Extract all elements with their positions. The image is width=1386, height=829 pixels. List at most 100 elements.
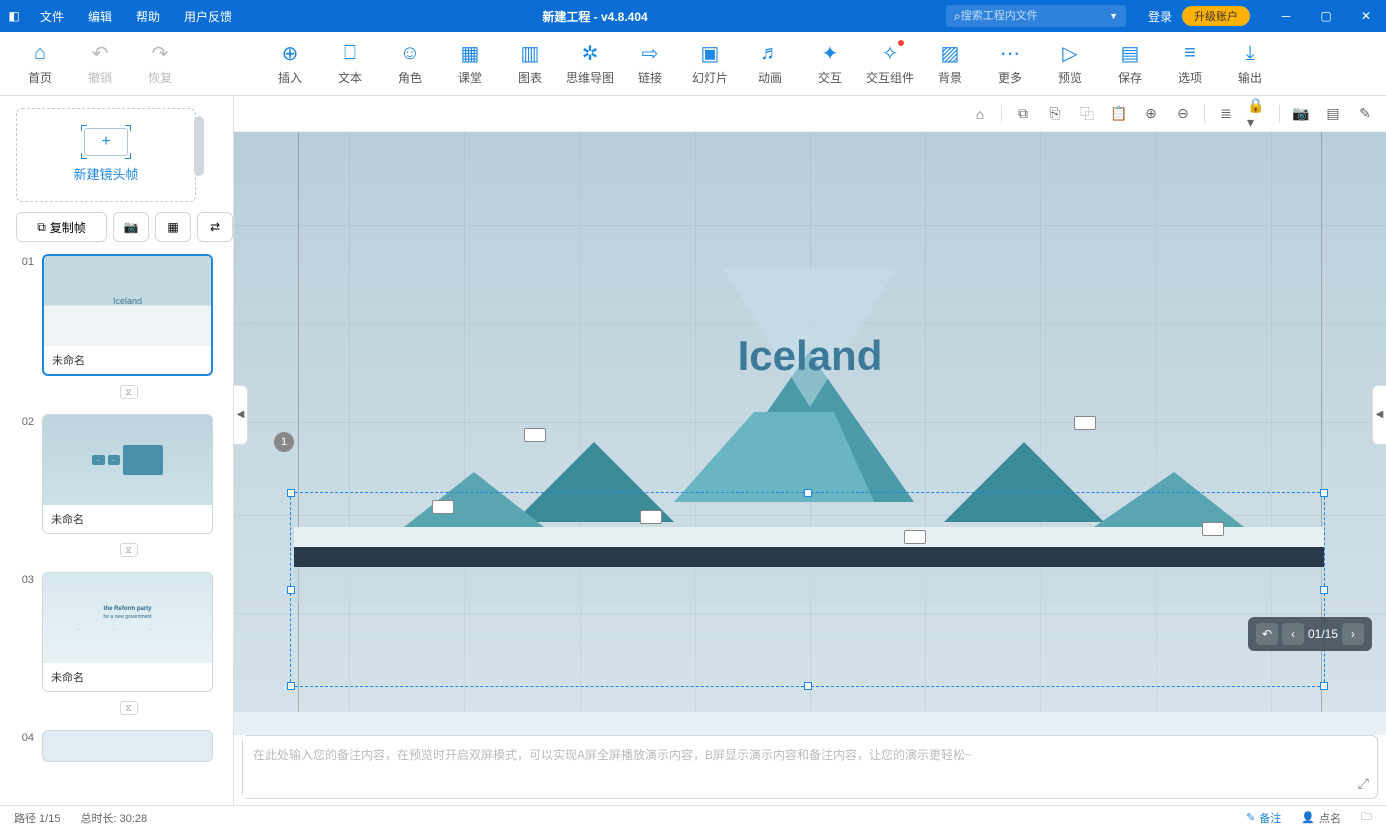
timer-icon: ⧖ xyxy=(120,543,138,557)
duplicate-icon[interactable]: ⿻ xyxy=(1076,103,1098,125)
slide-row: 01 Iceland 未命名 xyxy=(16,254,213,376)
selection-box[interactable] xyxy=(290,492,1325,687)
slide-number: 03 xyxy=(16,572,34,692)
home-view-icon[interactable]: ⌂ xyxy=(969,103,991,125)
align-icon[interactable]: ≣ xyxy=(1215,103,1237,125)
zoom-out-icon[interactable]: ⊖ xyxy=(1172,103,1194,125)
interact-button[interactable]: ✦交互 xyxy=(800,32,860,95)
search-box[interactable]: ⌕ ▼ xyxy=(946,5,1126,27)
paste-icon[interactable]: ⎘ xyxy=(1044,103,1066,125)
edit-icon[interactable]: ✎ xyxy=(1354,103,1376,125)
slide-number: 04 xyxy=(16,730,34,762)
person-icon: 👤 xyxy=(1301,811,1315,824)
search-input[interactable] xyxy=(961,10,1109,22)
copy-frame-button[interactable]: ⧉复制帧 xyxy=(16,212,107,242)
animation-button[interactable]: ♬动画 xyxy=(740,32,800,95)
upgrade-button[interactable]: 升级账户 xyxy=(1182,6,1250,26)
maximize-button[interactable]: ▢ xyxy=(1306,0,1346,32)
background-button[interactable]: ▨背景 xyxy=(920,32,980,95)
folder-icon: 🗀 xyxy=(1361,808,1372,827)
text-icon: ⎕ xyxy=(344,41,356,65)
thumb-preview: ... ... xyxy=(43,415,212,505)
chart-button[interactable]: ▥图表 xyxy=(500,32,560,95)
qr-button[interactable]: ▦ xyxy=(155,212,191,242)
slide-timer[interactable]: ⧖ xyxy=(44,698,213,716)
menu-help[interactable]: 帮助 xyxy=(124,0,172,32)
home-icon: ⌂ xyxy=(34,41,46,65)
path-marker[interactable]: 1 xyxy=(274,432,294,452)
link-button[interactable]: ⇨链接 xyxy=(620,32,680,95)
zoom-in-icon[interactable]: ⊕ xyxy=(1140,103,1162,125)
app-logo-icon: ◧ xyxy=(0,9,28,23)
notes-toggle-button[interactable]: ✎备注 xyxy=(1246,810,1281,826)
clipboard-icon[interactable]: 📋 xyxy=(1108,103,1130,125)
minimize-button[interactable]: ─ xyxy=(1266,0,1306,32)
canvas-title[interactable]: Iceland xyxy=(738,332,883,380)
text-button[interactable]: ⎕文本 xyxy=(320,32,380,95)
sidebar: + 新建镜头帧 ⧉复制帧 📷 ▦ ⇄ 01 Iceland 未命名 xyxy=(0,96,234,805)
lock-icon[interactable]: 🔒▾ xyxy=(1247,103,1269,125)
notes-expand-button[interactable]: ⤢ xyxy=(1358,775,1369,792)
login-button[interactable]: 登录 xyxy=(1138,8,1182,25)
canvas-main[interactable]: Iceland 1 xyxy=(234,132,1386,735)
nav-back-button[interactable]: ↶ xyxy=(1256,623,1278,645)
close-button[interactable]: ✕ xyxy=(1346,0,1386,32)
slide-thumb-1[interactable]: Iceland 未命名 xyxy=(42,254,213,376)
slide-row: 02 ... ... 未命名 xyxy=(16,414,213,534)
animation-icon: ♬ xyxy=(760,41,780,65)
slide-timer[interactable]: ⧖ xyxy=(44,382,213,400)
right-panel-expand-button[interactable]: ◀ xyxy=(1372,385,1386,445)
timer-icon: ⧖ xyxy=(120,701,138,715)
copy-icon[interactable]: ⧉ xyxy=(1012,103,1034,125)
sidebar-scrollbar[interactable] xyxy=(194,116,204,210)
redo-icon: ↷ xyxy=(152,41,169,65)
titlebar: ◧ 文件 编辑 帮助 用户反馈 新建工程 - v4.8.404 ⌕ ▼ 登录 升… xyxy=(0,0,1386,32)
slide-label: 未命名 xyxy=(44,346,211,374)
slide-thumb-4[interactable] xyxy=(42,730,213,762)
more-icon: ⋯ xyxy=(1000,41,1020,65)
options-button[interactable]: ≡选项 xyxy=(1160,32,1220,95)
slide-button[interactable]: ▣幻灯片 xyxy=(680,32,740,95)
slide-thumb-3[interactable]: the Reform party for a new government ..… xyxy=(42,572,213,692)
chevron-down-icon[interactable]: ▼ xyxy=(1109,11,1118,21)
menu-edit[interactable]: 编辑 xyxy=(76,0,124,32)
slide-thumb-2[interactable]: ... ... 未命名 xyxy=(42,414,213,534)
insert-button[interactable]: ⊕插入 xyxy=(260,32,320,95)
notification-dot-icon xyxy=(898,40,904,46)
undo-icon: ↶ xyxy=(92,41,109,65)
frame-marker[interactable] xyxy=(1074,416,1096,430)
export-button[interactable]: ⤓输出 xyxy=(1220,32,1280,95)
nav-prev-button[interactable]: ‹ xyxy=(1282,623,1304,645)
home-button[interactable]: ⌂首页 xyxy=(10,32,70,95)
canvas[interactable]: Iceland 1 xyxy=(234,132,1386,712)
interact-comp-button[interactable]: ✧交互组件 xyxy=(860,32,920,95)
undo-button[interactable]: ↶撤销 xyxy=(70,32,130,95)
menu-file[interactable]: 文件 xyxy=(28,0,76,32)
main: + 新建镜头帧 ⧉复制帧 📷 ▦ ⇄ 01 Iceland 未命名 xyxy=(0,96,1386,805)
slide-row: 04 xyxy=(16,730,213,762)
rollcall-button[interactable]: 👤点名 xyxy=(1301,810,1341,826)
sidebar-collapse-button[interactable]: ◀ xyxy=(234,385,248,445)
layers-icon[interactable]: ▤ xyxy=(1322,103,1344,125)
mindmap-button[interactable]: ✲思维导图 xyxy=(560,32,620,95)
snapshot-icon[interactable]: 📷 xyxy=(1290,103,1312,125)
more-button[interactable]: ⋯更多 xyxy=(980,32,1040,95)
statusbar: 路径 1/15 总时长: 30:28 ✎备注 👤点名 🗀 xyxy=(0,805,1386,829)
nav-next-button[interactable]: › xyxy=(1342,623,1364,645)
save-button[interactable]: ▤保存 xyxy=(1100,32,1160,95)
camera-button[interactable]: 📷 xyxy=(113,212,149,242)
new-slide-button[interactable]: + 新建镜头帧 xyxy=(16,108,196,202)
classroom-button[interactable]: ▦课堂 xyxy=(440,32,500,95)
swap-button[interactable]: ⇄ xyxy=(197,212,233,242)
folder-button[interactable]: 🗀 xyxy=(1361,808,1372,827)
menu-feedback[interactable]: 用户反馈 xyxy=(172,0,244,32)
character-button[interactable]: ☺角色 xyxy=(380,32,440,95)
slide-timer[interactable]: ⧖ xyxy=(44,540,213,558)
preview-button[interactable]: ▷预览 xyxy=(1040,32,1100,95)
redo-button[interactable]: ↷恢复 xyxy=(130,32,190,95)
frame-marker[interactable] xyxy=(524,428,546,442)
preview-icon: ▷ xyxy=(1062,41,1077,65)
search-icon: ⌕ xyxy=(954,9,961,24)
sidebar-tools: ⧉复制帧 📷 ▦ ⇄ xyxy=(16,212,233,242)
notes-input[interactable] xyxy=(243,736,1337,798)
